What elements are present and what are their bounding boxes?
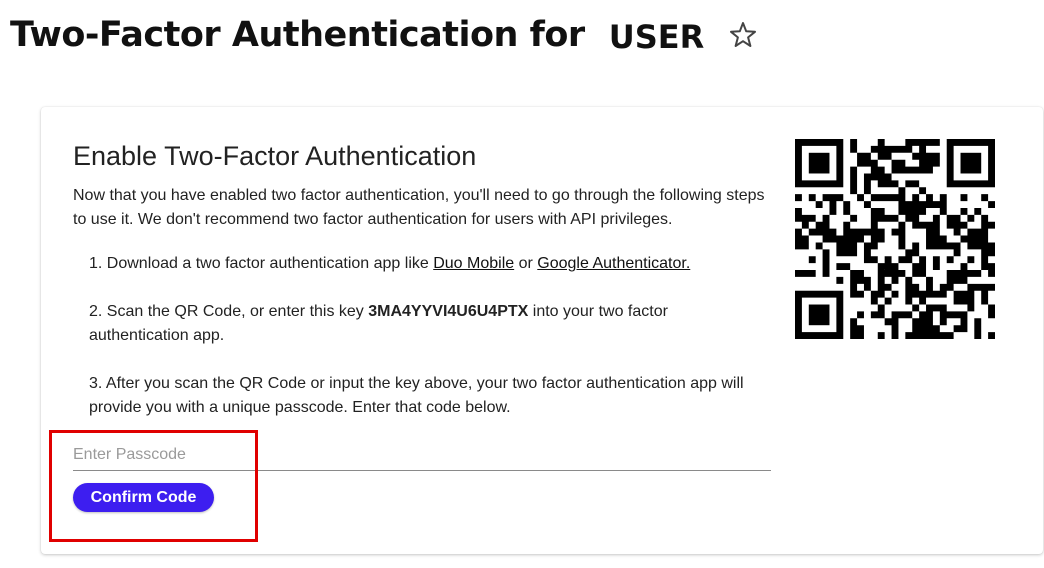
star-icon[interactable] [728,20,758,50]
google-authenticator-link[interactable]: Google Authenticator. [537,255,690,272]
two-factor-card: Enable Two-Factor Authentication Now tha… [41,107,1043,554]
passcode-input[interactable] [73,440,771,471]
step-2-prefix: 2. Scan the QR Code, or enter this key [89,303,369,320]
step-1: 1. Download a two factor authentication … [89,252,769,276]
star-icon-svg [730,22,757,47]
step-2: 2. Scan the QR Code, or enter this key 3… [89,300,769,348]
qr-finder-center-1 [960,152,982,174]
intro-text: Now that you have enabled two factor aut… [73,187,765,228]
step-3: 3. After you scan the QR Code or input t… [89,375,744,416]
step-1-prefix: 1. Download a two factor authentication … [89,255,434,272]
qr-finder-center-2 [808,304,830,326]
step-1-middle: or [514,255,538,272]
secret-key: 3MA4YYVI4U6U4PTX [368,303,529,320]
page-user-name: USER [608,18,705,56]
card-heading: Enable Two-Factor Authentication [73,141,477,171]
qr-code [795,139,995,339]
page-title: Two-Factor Authentication for [10,15,585,55]
qr-finder-center-0 [808,152,830,174]
confirm-code-button[interactable]: Confirm Code [73,483,214,512]
duo-mobile-link[interactable]: Duo Mobile [433,255,514,272]
page-header: Two-Factor Authentication for USER [10,10,758,60]
